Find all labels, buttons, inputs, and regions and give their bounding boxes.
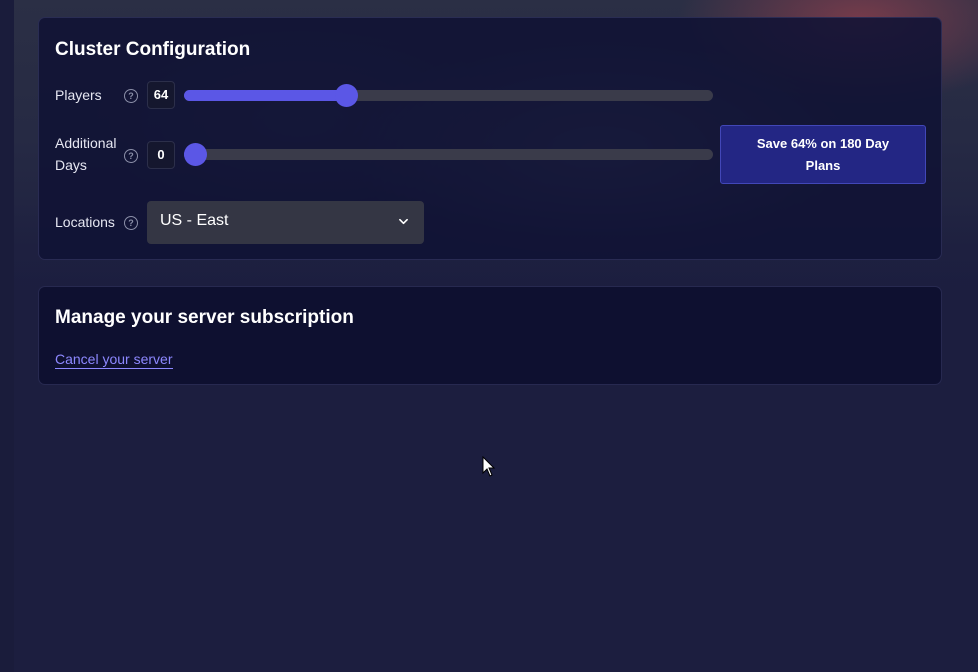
additional-days-slider-thumb[interactable] — [184, 143, 207, 166]
locations-select[interactable]: US - East — [147, 201, 424, 244]
players-slider-thumb[interactable] — [335, 84, 359, 107]
players-help-icon[interactable]: ? — [124, 89, 138, 103]
players-value: 64 — [147, 81, 175, 109]
manage-subscription-title: Manage your server subscription — [55, 307, 354, 328]
cluster-configuration-title: Cluster Configuration — [55, 39, 251, 60]
players-slider-fill — [184, 90, 347, 101]
cancel-server-link[interactable]: Cancel your server — [55, 351, 173, 369]
additional-days-label-line2: Days — [55, 157, 87, 173]
locations-selected-value: US - East — [160, 212, 229, 229]
page: Cluster Configuration Players ? 64 Addit… — [0, 0, 978, 672]
chevron-down-icon — [399, 218, 408, 225]
left-edge-panel — [0, 0, 14, 672]
additional-days-help-icon[interactable]: ? — [124, 149, 138, 163]
mouse-pointer-icon — [482, 456, 496, 477]
locations-label: Locations — [55, 214, 115, 230]
players-slider[interactable] — [184, 84, 713, 107]
additional-days-slider[interactable] — [184, 143, 713, 166]
promo-line1: Save 64% on 180 Day — [756, 136, 890, 151]
locations-help-icon[interactable]: ? — [124, 216, 138, 230]
additional-days-label-line1: Additional — [55, 135, 117, 151]
cluster-configuration-card: Cluster Configuration Players ? 64 Addit… — [38, 17, 942, 260]
additional-days-label: Additional Days — [55, 132, 117, 176]
additional-days-value: 0 — [147, 141, 175, 169]
promo-line2: Plans — [805, 158, 841, 173]
manage-subscription-card: Manage your server subscription Cancel y… — [38, 286, 942, 385]
promo-180-day-button[interactable]: Save 64% on 180 Day Plans — [720, 125, 926, 184]
players-label: Players — [55, 87, 102, 103]
